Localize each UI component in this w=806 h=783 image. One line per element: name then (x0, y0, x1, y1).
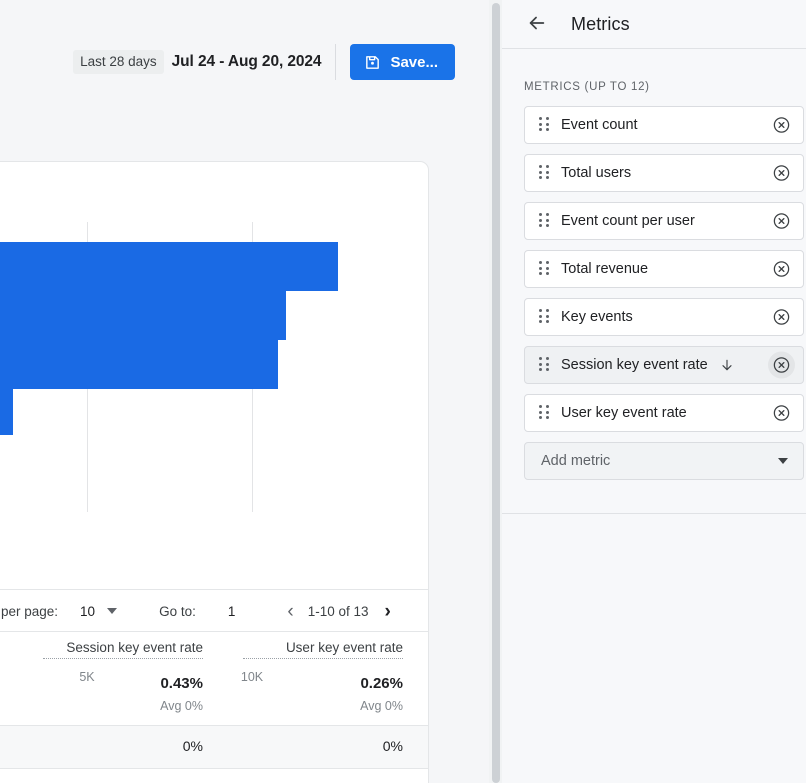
metric-item-label: Event count (561, 117, 638, 133)
pagination-bar: per page: 10 Go to: 1 ‹ 1-10 of 13 › (0, 590, 430, 632)
metric-item-event-count[interactable]: Event count (524, 106, 804, 144)
add-metric-dropdown[interactable]: Add metric (524, 442, 804, 480)
metric-item-total-revenue[interactable]: Total revenue (524, 250, 804, 288)
metric-item-session-key-event-rate[interactable]: Session key event rate (524, 346, 804, 384)
metrics-panel-header: Metrics (502, 0, 806, 48)
column-header-user-key-event-rate[interactable]: User key event rate (243, 640, 403, 659)
arrow-down-icon[interactable] (719, 357, 735, 373)
metric-item-label: Total users (561, 165, 632, 181)
app-root: Last 28 days Jul 24 - Aug 20, 2024 Save.… (0, 0, 806, 783)
metric-item-label: Session key event rate (561, 357, 708, 373)
metrics-list: Event count Total users Event count per … (524, 106, 804, 480)
remove-circle-x-icon[interactable] (768, 400, 795, 427)
save-button-label: Save... (390, 53, 438, 71)
table-cell-value: 0.43% (160, 675, 203, 692)
caret-down-icon[interactable] (107, 608, 118, 614)
table-cell-average: Avg 0% (360, 699, 403, 713)
metric-item-total-users[interactable]: Total users (524, 154, 804, 192)
add-metric-label: Add metric (541, 453, 611, 469)
metric-item-label: Total revenue (561, 261, 649, 277)
column-header-session-key-event-rate[interactable]: Session key event rate (43, 640, 203, 659)
metric-item-event-count-per-user[interactable]: Event count per user (524, 202, 804, 240)
report-card: 5K 10K per page: 10 Go to: 1 ‹ 1-10 of 1… (0, 161, 429, 783)
drag-handle-icon[interactable] (539, 357, 549, 373)
remove-circle-x-icon[interactable] (768, 160, 795, 187)
page-range-label: 1-10 of 13 (307, 603, 369, 619)
table-cell-value: 0% (382, 738, 403, 754)
rows-per-page-value[interactable]: 10 (80, 604, 95, 619)
bar-segment[interactable] (0, 242, 338, 291)
remove-circle-x-icon[interactable] (768, 208, 795, 235)
panel-section-divider (502, 513, 806, 514)
report-canvas: Last 28 days Jul 24 - Aug 20, 2024 Save.… (0, 0, 494, 783)
drag-handle-icon[interactable] (539, 117, 549, 133)
bar-chart: 5K 10K (0, 162, 430, 684)
drag-handle-icon[interactable] (539, 213, 549, 229)
metric-item-label: Event count per user (561, 213, 695, 229)
date-preset-chip[interactable]: Last 28 days (73, 50, 164, 74)
metric-item-user-key-event-rate[interactable]: User key event rate (524, 394, 804, 432)
remove-circle-x-icon[interactable] (768, 351, 795, 379)
drag-handle-icon[interactable] (539, 405, 549, 421)
toolbar-divider (335, 44, 337, 80)
remove-circle-x-icon[interactable] (768, 256, 795, 283)
drag-handle-icon[interactable] (539, 261, 549, 277)
chevron-right-icon[interactable]: › (385, 602, 391, 621)
bar-segment[interactable] (0, 291, 286, 340)
table-divider (0, 631, 428, 632)
remove-circle-x-icon[interactable] (768, 304, 795, 331)
metrics-section-label: METRICS (UP TO 12) (524, 81, 650, 93)
vertical-scrollbar-thumb[interactable] (492, 3, 500, 783)
table-cell-average: Avg 0% (160, 699, 203, 713)
date-range-label[interactable]: Jul 24 - Aug 20, 2024 (172, 53, 322, 71)
chevron-left-icon[interactable]: ‹ (287, 602, 293, 621)
bar-segment[interactable] (0, 340, 278, 389)
table-cell-value: 0.26% (360, 675, 403, 692)
back-button[interactable] (524, 11, 550, 37)
save-button[interactable]: Save... (350, 44, 455, 80)
table-row-divider (0, 768, 428, 769)
remove-circle-x-icon[interactable] (768, 112, 795, 139)
metrics-panel: Metrics METRICS (UP TO 12) Event count T… (502, 0, 806, 783)
drag-handle-icon[interactable] (539, 309, 549, 325)
caret-down-icon[interactable] (778, 458, 788, 464)
save-floppy-icon (364, 54, 381, 71)
metric-item-key-events[interactable]: Key events (524, 298, 804, 336)
goto-page-input[interactable]: 1 (228, 604, 236, 619)
drag-handle-icon[interactable] (539, 165, 549, 181)
report-toolbar: Last 28 days Jul 24 - Aug 20, 2024 Save.… (73, 44, 455, 80)
panel-header-divider (502, 48, 806, 49)
metrics-panel-title: Metrics (571, 13, 630, 34)
table-cell-value: 0% (182, 738, 203, 754)
bar-segment[interactable] (0, 389, 13, 435)
metric-item-label: User key event rate (561, 405, 687, 421)
arrow-left-icon (526, 12, 548, 37)
rows-per-page-label: per page: (1, 603, 59, 619)
metric-item-label: Key events (561, 309, 633, 325)
goto-label: Go to: (159, 603, 196, 619)
